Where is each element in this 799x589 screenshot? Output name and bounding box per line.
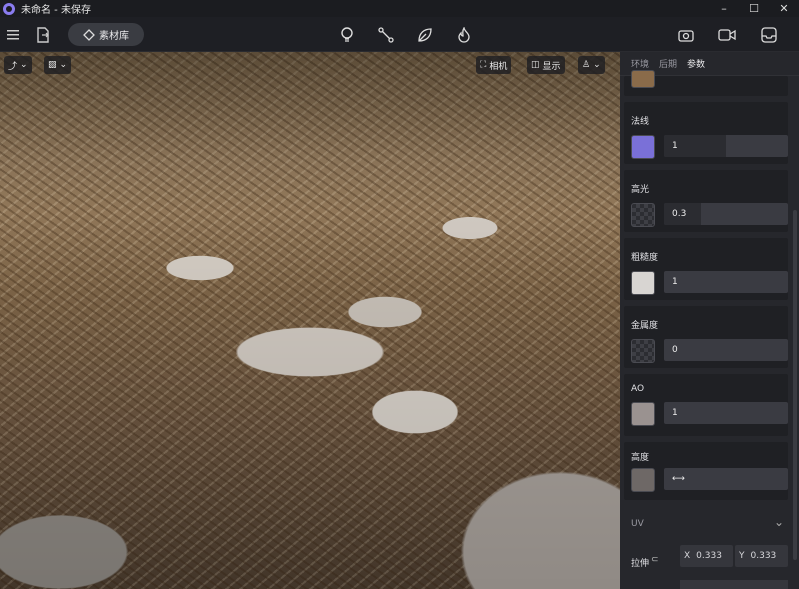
height-slot: 高度 ⟷ [624, 442, 788, 500]
normal-map-swatch[interactable] [631, 135, 655, 159]
file-export-icon[interactable] [34, 26, 52, 44]
uv-y-field[interactable]: Y 0.333 [735, 545, 788, 567]
tab-parameters[interactable]: 参数 [687, 57, 705, 70]
chevron-down-icon: ⌄ [20, 60, 28, 70]
panel-scrollbar[interactable] [793, 210, 797, 560]
height-value-field[interactable]: ⟷ [664, 468, 788, 490]
app-logo-icon [3, 2, 15, 15]
metallic-value-field[interactable]: 0 [664, 339, 788, 361]
roughness-slot: 粗糙度 1 [624, 238, 788, 300]
leaf-icon[interactable] [416, 26, 434, 44]
camera-frame-icon: ⛶ [480, 60, 487, 70]
3d-viewport[interactable]: ⤴ ⌄ ▨ ⌄ ⛶ 相机 ◫ 显示 ♙ ⌄ [0, 52, 620, 589]
metallic-label: 金属度 [631, 321, 659, 331]
height-map-swatch[interactable] [631, 468, 655, 492]
chevron-down-icon[interactable]: ⌄ [774, 515, 784, 529]
display-label: 显示 [542, 61, 561, 72]
base-color-slot-partial [624, 70, 788, 96]
transform-mode-dropdown[interactable]: ⤴ ⌄ [4, 56, 32, 74]
library-icon [83, 28, 95, 41]
tab-post[interactable]: 后期 [659, 57, 677, 70]
chevron-down-icon: ⌄ [593, 60, 601, 70]
metallic-map-swatch[interactable] [631, 339, 655, 363]
normal-label: 法线 [631, 117, 650, 127]
metallic-slot: 金属度 0 [624, 306, 788, 368]
specular-map-swatch[interactable] [631, 203, 655, 227]
close-button[interactable]: ✕ [769, 0, 799, 17]
material-library-button[interactable]: 素材库 [68, 23, 144, 46]
display-cube-icon: ◫ [531, 60, 540, 70]
screenshot-camera-icon[interactable] [677, 26, 695, 44]
grid-hatch-icon: ▨ [48, 60, 57, 70]
inbox-export-icon[interactable] [760, 26, 778, 44]
transform-icon: ⤴ [8, 61, 18, 72]
specular-label: 高光 [631, 185, 650, 195]
normal-strength-field[interactable]: 1 [664, 135, 788, 157]
minimize-button[interactable]: – [709, 0, 739, 17]
roughness-value-field[interactable]: 1 [664, 271, 788, 293]
display-button[interactable]: ◫ 显示 [527, 56, 565, 74]
ao-label: AO [631, 384, 645, 394]
uv-x-field[interactable]: X 0.333 [680, 545, 733, 567]
uv-title: UV [631, 519, 644, 529]
link-lock-icon[interactable]: ⊂ [651, 555, 659, 565]
camera-label: 相机 [489, 61, 508, 72]
hamburger-menu-icon[interactable] [4, 26, 22, 44]
uv-stretch-label: 拉伸 [631, 559, 650, 569]
main-toolbar: 素材库 [0, 17, 799, 52]
camera-button[interactable]: ⛶ 相机 [476, 56, 512, 74]
light-settings-dropdown[interactable]: ♙ ⌄ [578, 56, 605, 74]
video-record-icon[interactable] [718, 26, 736, 44]
ao-value-field[interactable]: 1 [664, 402, 788, 424]
base-color-swatch[interactable] [631, 70, 655, 88]
library-label: 素材库 [99, 31, 129, 42]
parameters-panel: 环境 后期 参数 法线 1 高光 0.3 粗糙度 1 金属度 0 AO 1 高度… [620, 52, 799, 589]
ao-map-swatch[interactable] [631, 402, 655, 426]
maximize-button[interactable]: ☐ [739, 0, 769, 17]
ao-slot: AO 1 [624, 374, 788, 436]
light-bulb-icon[interactable] [338, 26, 356, 44]
roughness-map-swatch[interactable] [631, 271, 655, 295]
window-title: 未命名 - 未保存 [21, 5, 91, 16]
roughness-label: 粗糙度 [631, 253, 659, 263]
node-connect-icon[interactable] [377, 26, 395, 44]
chevron-down-icon: ⌄ [59, 60, 68, 70]
tab-environment[interactable]: 环境 [631, 57, 649, 70]
grid-mode-dropdown[interactable]: ▨ ⌄ [44, 56, 72, 74]
specular-value-field[interactable]: 0.3 [664, 203, 788, 225]
flame-icon[interactable] [455, 26, 473, 44]
specular-slot: 高光 0.3 [624, 170, 788, 232]
title-bar: 未命名 - 未保存 – ☐ ✕ [0, 0, 799, 17]
resize-cursor-icon: ⟷ [672, 474, 685, 484]
normal-slot: 法线 1 [624, 102, 788, 164]
height-label: 高度 [631, 453, 650, 463]
next-row-partial [680, 580, 788, 589]
light-person-icon: ♙ [582, 60, 591, 70]
